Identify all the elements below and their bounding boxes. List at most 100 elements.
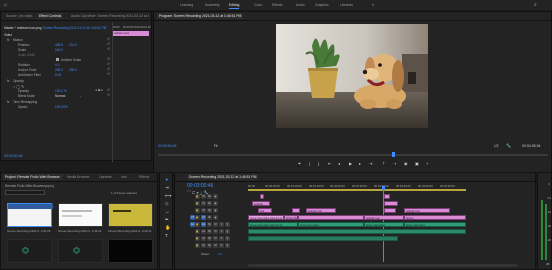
step-back-icon[interactable]: ◂ <box>338 161 340 166</box>
workspace-editing[interactable]: Editing <box>229 3 240 9</box>
track-label[interactable]: A1 <box>201 221 206 227</box>
sync-icon[interactable]: ⇆ <box>207 214 212 220</box>
ripple-edit-icon[interactable]: ⟷ <box>165 193 171 199</box>
lift-icon[interactable]: ⇡ <box>382 161 385 166</box>
video-clip[interactable] <box>298 215 364 220</box>
tab-libraries[interactable]: Libraries <box>97 174 114 180</box>
track-label[interactable]: V2 <box>201 207 206 213</box>
more-workspaces-icon[interactable]: » <box>372 2 374 7</box>
video-clip[interactable] <box>384 208 396 213</box>
master-volume[interactable]: 0.0 <box>218 251 222 257</box>
timeline-timecode[interactable]: 00:03:00:46 <box>187 183 213 189</box>
workspace-learning[interactable]: Learning <box>180 3 193 7</box>
solo-button[interactable]: S <box>219 228 224 234</box>
mute-button[interactable]: M <box>213 228 218 234</box>
sync-icon[interactable]: ⇆ <box>207 228 212 234</box>
effect-controls-timecode[interactable]: 00:03:00:46 <box>4 154 23 158</box>
keyframe-reset-icon[interactable]: ↺ <box>107 42 110 46</box>
eye-icon[interactable]: ◉ <box>213 193 218 199</box>
video-clip[interactable]: Screen Recording <box>284 215 298 220</box>
effect-clip-bar[interactable]: redream icon <box>113 31 149 36</box>
chevron-down-icon[interactable]: ⌄ <box>79 94 82 98</box>
thumbnail-recording-1[interactable] <box>7 203 53 227</box>
button-editor-icon[interactable]: + <box>426 161 428 166</box>
solo-button[interactable]: S <box>219 221 224 227</box>
settings-wrench-icon[interactable]: 🔧 <box>506 143 511 148</box>
mute-button[interactable]: M <box>213 221 218 227</box>
video-clip[interactable]: redr <box>258 208 272 213</box>
video-clip[interactable]: Screen Recording 2021-03-12 at 1:46:51 P… <box>248 215 284 220</box>
timeline-tab[interactable]: Screen Recording 2021-03-12 at 1:46:51 P… <box>187 174 259 180</box>
workspace-audio[interactable]: Audio <box>296 3 305 7</box>
anchor-reset-icon[interactable]: ↺ <box>107 67 110 71</box>
scale-reset-icon[interactable]: ↺ <box>107 47 110 51</box>
razor-icon[interactable]: ◇ <box>165 201 168 207</box>
sync-icon[interactable]: ⇆ <box>207 207 212 213</box>
program-playhead[interactable] <box>392 152 395 157</box>
track-label[interactable]: A4 <box>201 242 206 248</box>
lock-icon[interactable]: 🔒 <box>195 235 200 241</box>
program-scrub-bar[interactable] <box>158 154 548 156</box>
go-to-in-icon[interactable]: ⇤ <box>328 161 331 166</box>
video-clip[interactable]: Screen <box>404 215 466 220</box>
solo-button[interactable]: S <box>219 242 224 248</box>
sequence-clip-label[interactable]: Screen Recording 2021-03-12 at 1:46:51 P… <box>43 26 107 30</box>
solo-button[interactable]: S <box>219 235 224 241</box>
antiflicker-reset-icon[interactable]: ↺ <box>107 72 110 76</box>
lock-icon[interactable]: 🔒 <box>195 242 200 248</box>
track-label[interactable]: V1 <box>201 214 206 220</box>
home-icon[interactable]: ⌂ <box>4 2 7 8</box>
audio-clip[interactable] <box>248 229 466 234</box>
mic-icon[interactable]: 🎙 <box>225 235 230 241</box>
opacity-reset-icon[interactable]: ↺ <box>107 88 110 92</box>
sync-icon[interactable]: ⇆ <box>207 242 212 248</box>
mute-button[interactable]: M <box>213 235 218 241</box>
lock-icon[interactable]: 🔒 <box>195 200 200 206</box>
sync-icon[interactable]: ⇆ <box>207 221 212 227</box>
mute-button[interactable]: M <box>213 242 218 248</box>
tab-effects[interactable]: Effects <box>137 174 151 180</box>
video-clip[interactable]: redream icon <box>306 208 336 213</box>
video-clip[interactable]: redream icon <box>364 215 404 220</box>
thumbnail-audio-2[interactable]: ⏣ <box>58 239 103 263</box>
speed-value[interactable]: 100.00% <box>55 105 68 109</box>
workspace-assembly[interactable]: Assembly <box>205 3 220 7</box>
thumbnail-black-video[interactable] <box>108 239 153 263</box>
reset-motion-icon[interactable]: ↺ <box>107 37 110 41</box>
tab-info[interactable]: Info <box>119 174 129 180</box>
lock-icon[interactable]: 🔒 <box>195 193 200 199</box>
anchor-y-value[interactable]: 256.0 <box>69 68 77 72</box>
export-frame-icon[interactable]: ◉ <box>404 161 408 166</box>
tab-source[interactable]: Source: (no clips) <box>4 13 34 19</box>
type-tool-icon[interactable]: T <box>165 233 168 238</box>
video-clip[interactable] <box>384 194 390 199</box>
video-clip[interactable]: redream icon <box>404 208 450 213</box>
video-clip[interactable]: redream <box>252 201 270 206</box>
rotation-reset-icon[interactable]: ↺ <box>107 62 110 66</box>
thumbnail-audio-1[interactable]: ⏣ <box>7 239 52 263</box>
sync-icon[interactable]: ⇆ <box>207 200 212 206</box>
slip-tool-icon[interactable]: ↔ <box>165 209 170 214</box>
workspace-libraries[interactable]: Libraries <box>340 3 353 7</box>
master-clip-label[interactable]: Master * redream icon.png <box>4 26 42 30</box>
tab-effect-controls[interactable]: Effect Controls <box>37 13 64 19</box>
scale-value[interactable]: 100.0 <box>55 48 63 52</box>
tab-audio-clip-mixer[interactable]: Audio Clip Mixer: Screen Recording 2021-… <box>69 13 149 19</box>
track-label[interactable]: A2 <box>201 228 206 234</box>
antiflicker-value[interactable]: 0.00 <box>55 73 61 77</box>
video-clip[interactable] <box>292 208 300 213</box>
anchor-x-value[interactable]: 256.0 <box>55 68 63 72</box>
uniform-reset-icon[interactable]: ↺ <box>107 57 110 61</box>
thumbnail-recording-2[interactable] <box>58 203 103 227</box>
add-marker-icon[interactable]: ⏷ <box>298 161 301 166</box>
lock-icon[interactable]: 🔒 <box>195 221 200 227</box>
sync-icon[interactable]: ⇆ <box>207 235 212 241</box>
mic-icon[interactable]: 🎙 <box>225 228 230 234</box>
mic-icon[interactable]: 🎙 <box>225 221 230 227</box>
audio-clip[interactable]: Screen Recording <box>364 222 404 227</box>
workspace-graphics[interactable]: Graphics <box>315 3 329 7</box>
position-x-value[interactable]: 488.5 <box>55 43 63 47</box>
fx-icon[interactable]: fx <box>7 38 9 42</box>
video-clip[interactable] <box>384 201 398 206</box>
hand-tool-icon[interactable]: ✋ <box>165 225 171 231</box>
